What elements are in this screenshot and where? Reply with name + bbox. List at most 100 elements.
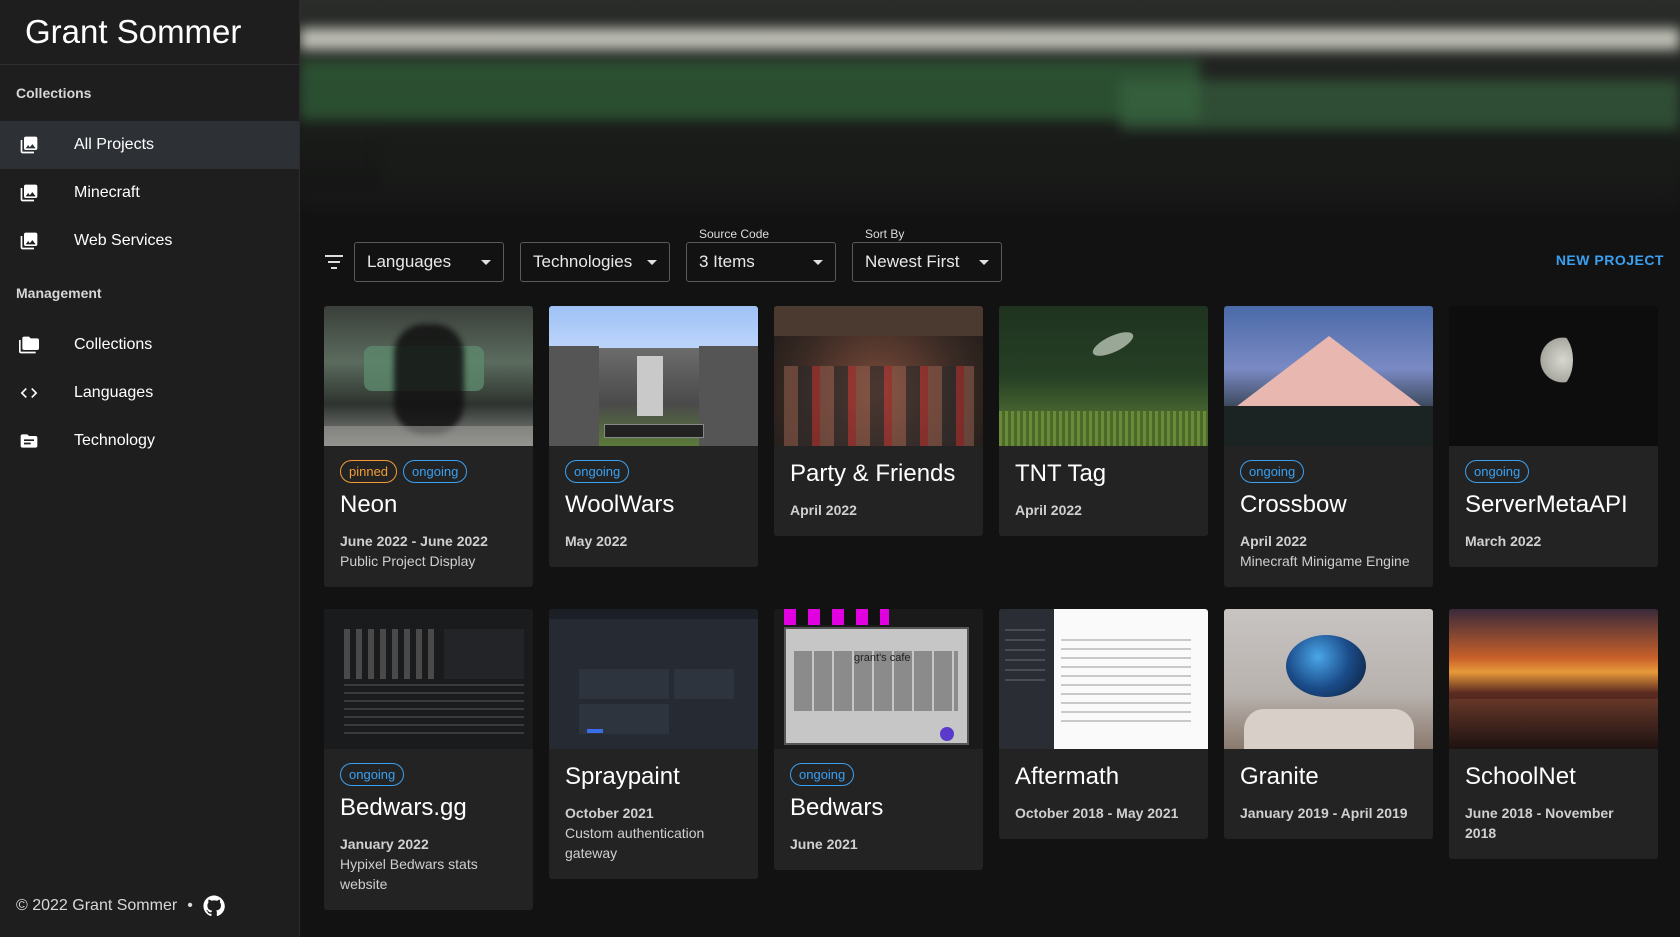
project-title: Bedwars <box>790 794 884 821</box>
project-thumbnail <box>549 306 758 446</box>
sidebar: Grant Sommer Collections All Projects Mi… <box>0 0 300 937</box>
project-card-bedwars[interactable]: grant's cafe ongoing Bedwars June 2021 <box>774 609 983 870</box>
project-title: SchoolNet <box>1465 763 1576 790</box>
project-card-servermetaapi[interactable]: ongoing ServerMetaAPI March 2022 <box>1449 306 1658 567</box>
project-card-tnt-tag[interactable]: TNT Tag April 2022 <box>999 306 1208 536</box>
sidebar-item-label: Collections <box>74 336 153 353</box>
project-date: March 2022 <box>1465 533 1542 549</box>
sidebar-item-web-services[interactable]: Web Services <box>0 217 299 265</box>
source-code-select-value: 3 Items <box>699 252 755 271</box>
footer-separator: • <box>187 897 193 914</box>
project-thumbnail <box>1449 609 1658 749</box>
collections-section-title: Collections <box>16 85 92 101</box>
project-thumbnail <box>1449 306 1658 446</box>
project-thumbnail <box>999 609 1208 749</box>
sidebar-item-label: All Projects <box>74 136 155 153</box>
sidebar-item-label: Web Services <box>74 232 173 249</box>
folder-icon <box>18 430 40 452</box>
sidebar-item-all-projects[interactable]: All Projects <box>0 121 299 169</box>
sort-by-select-value: Newest First <box>865 252 960 271</box>
copyright-text: © 2022 Grant Sommer <box>16 897 178 914</box>
github-icon[interactable] <box>203 895 225 917</box>
project-card-woolwars[interactable]: ongoing WoolWars May 2022 <box>549 306 758 567</box>
sidebar-item-languages[interactable]: Languages <box>0 369 299 417</box>
chevron-down-icon <box>979 260 989 265</box>
sidebar-item-technology[interactable]: Technology <box>0 417 299 465</box>
sort-by-label: Sort By <box>865 227 905 241</box>
hero-banner-image <box>300 0 1680 218</box>
sidebar-footer: © 2022 Grant Sommer • <box>16 895 225 917</box>
pinned-badge: pinned <box>340 460 398 483</box>
brand-title[interactable]: Grant Sommer <box>0 0 299 65</box>
project-thumbnail <box>549 609 758 749</box>
project-date: May 2022 <box>565 533 628 549</box>
project-title: Aftermath <box>1015 763 1120 790</box>
photo-library-icon <box>18 230 40 252</box>
project-thumbnail <box>324 609 533 749</box>
technologies-select[interactable]: Technologies <box>520 242 670 282</box>
new-project-button[interactable]: NEW PROJECT <box>1556 252 1664 268</box>
project-thumbnail <box>1224 306 1433 446</box>
project-date: October 2018 - May 2021 <box>1015 805 1179 821</box>
sidebar-item-label: Languages <box>74 384 154 401</box>
project-card-granite[interactable]: Granite January 2019 - April 2019 <box>1224 609 1433 839</box>
folders-icon <box>18 334 40 356</box>
project-description: Hypixel Bedwars stats website <box>340 856 478 892</box>
ongoing-badge: ongoing <box>1465 460 1530 483</box>
sidebar-item-collections[interactable]: Collections <box>0 321 299 369</box>
project-card-aftermath[interactable]: Aftermath October 2018 - May 2021 <box>999 609 1208 839</box>
thumbnail-caption: grant's cafe <box>854 652 911 664</box>
project-date: October 2021 <box>565 805 654 821</box>
technologies-select-value: Technologies <box>533 252 633 271</box>
project-description: Minecraft Minigame Engine <box>1240 553 1410 569</box>
management-section-title: Management <box>16 285 102 301</box>
project-card-party-friends[interactable]: Party & Friends April 2022 <box>774 306 983 536</box>
ongoing-badge: ongoing <box>1240 460 1305 483</box>
ongoing-badge: ongoing <box>565 460 630 483</box>
photo-library-icon <box>18 134 40 156</box>
project-card-neon[interactable]: pinned ongoing Neon June 2022 - June 202… <box>324 306 533 587</box>
languages-select-value: Languages <box>367 252 452 271</box>
source-code-select[interactable]: Source Code 3 Items <box>686 227 836 282</box>
project-title: Spraypaint <box>565 763 680 790</box>
project-description: Public Project Display <box>340 553 476 569</box>
project-thumbnail <box>774 306 983 446</box>
sort-by-select[interactable]: Sort By Newest First <box>852 227 1002 282</box>
project-title: Party & Friends <box>790 460 956 487</box>
project-title: TNT Tag <box>1015 460 1107 487</box>
project-title: Bedwars.gg <box>340 794 467 821</box>
project-thumbnail <box>1224 609 1433 749</box>
project-date: June 2022 - June 2022 <box>340 533 488 549</box>
project-title: Granite <box>1240 763 1319 790</box>
project-card-spraypaint[interactable]: Spraypaint October 2021 Custom authentic… <box>549 609 758 879</box>
project-title: ServerMetaAPI <box>1465 491 1628 518</box>
project-card-bedwars-gg[interactable]: ongoing Bedwars.gg January 2022 Hypixel … <box>324 609 533 910</box>
source-code-label: Source Code <box>699 227 770 241</box>
photo-library-icon <box>18 182 40 204</box>
project-date: January 2019 - April 2019 <box>1240 805 1408 821</box>
project-title: WoolWars <box>565 491 675 518</box>
project-thumbnail <box>999 306 1208 446</box>
project-date: April 2022 <box>1240 533 1307 549</box>
sidebar-item-label: Minecraft <box>74 184 140 201</box>
chevron-down-icon <box>647 260 657 265</box>
project-date: January 2022 <box>340 836 429 852</box>
chevron-down-icon <box>481 260 491 265</box>
project-date: April 2022 <box>790 502 857 518</box>
ongoing-badge: ongoing <box>790 763 855 786</box>
project-card-crossbow[interactable]: ongoing Crossbow April 2022 Minecraft Mi… <box>1224 306 1433 587</box>
languages-select[interactable]: Languages <box>354 242 504 282</box>
sidebar-item-label: Technology <box>74 432 155 449</box>
project-title: Crossbow <box>1240 491 1347 518</box>
project-thumbnail: grant's cafe <box>774 609 983 749</box>
project-card-schoolnet[interactable]: SchoolNet June 2018 - November 2018 <box>1449 609 1658 859</box>
project-date: June 2021 <box>790 836 858 852</box>
project-description: Custom authentication gateway <box>565 825 705 861</box>
sidebar-item-minecraft[interactable]: Minecraft <box>0 169 299 217</box>
project-thumbnail <box>324 306 533 446</box>
project-title: Neon <box>340 491 398 518</box>
main-content: Languages Technologies Source Code 3 Ite… <box>300 0 1680 937</box>
code-icon <box>18 382 40 404</box>
ongoing-badge: ongoing <box>340 763 405 786</box>
filter-icon[interactable] <box>324 252 344 272</box>
